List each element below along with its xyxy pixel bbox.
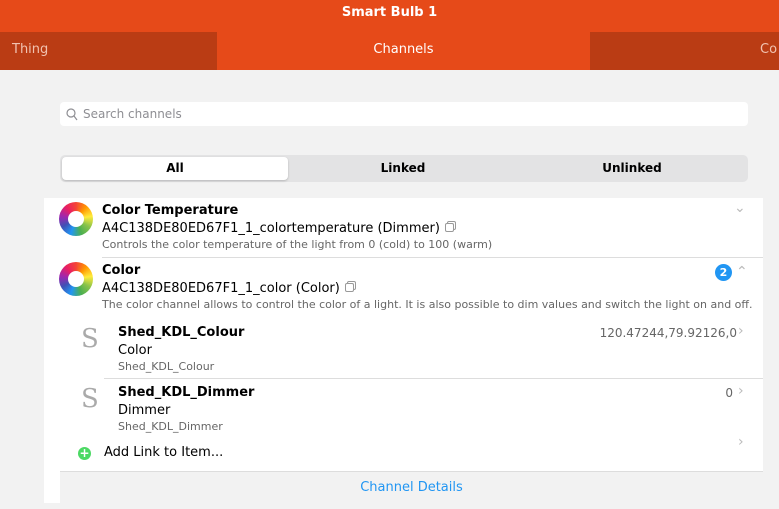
chevron-right-icon: › (738, 434, 744, 450)
item-icon: S (81, 324, 99, 354)
channel-id: A4C138DE80ED67F1_1_colortemperature (Dim… (102, 221, 454, 236)
channel-id: A4C138DE80ED67F1_1_color (Color) (102, 281, 354, 296)
item-type: Dimmer (118, 403, 171, 418)
item-state: 120.47244,79.92126,0 (599, 326, 737, 340)
copy-icon[interactable] (344, 283, 354, 292)
channel-details-button[interactable]: Channel Details (60, 471, 763, 503)
color-wheel-icon (59, 202, 93, 236)
plus-icon: + (78, 446, 91, 460)
tab-thing[interactable]: Thing (0, 32, 217, 70)
filter-segmented: All Linked Unlinked (60, 155, 748, 182)
copy-icon[interactable] (444, 223, 454, 232)
add-link-label: Add Link to Item... (104, 445, 224, 460)
channel-color[interactable]: Color A4C138DE80ED67F1_1_color (Color) T… (44, 258, 763, 318)
channel-id-text: A4C138DE80ED67F1_1_colortemperature (Dim… (102, 221, 440, 236)
channel-list: Color Temperature A4C138DE80ED67F1_1_col… (44, 198, 763, 503)
search-input[interactable]: Search channels (60, 102, 748, 126)
filter-linked[interactable]: Linked (288, 157, 518, 180)
channel-color-temperature[interactable]: Color Temperature A4C138DE80ED67F1_1_col… (44, 198, 763, 258)
channel-title: Color (102, 263, 141, 278)
item-type: Color (118, 343, 152, 358)
chevron-down-icon[interactable]: ⌄ (734, 200, 746, 216)
chevron-right-icon: › (738, 383, 744, 399)
tab-channels[interactable]: Channels (217, 32, 590, 70)
linked-item[interactable]: S Shed_KDL_Dimmer Dimmer Shed_KDL_Dimmer… (44, 378, 763, 438)
item-state: 0 (725, 386, 733, 400)
channel-description: The color channel allows to control the … (102, 298, 753, 311)
channel-title: Color Temperature (102, 203, 239, 218)
color-wheel-icon (59, 262, 93, 296)
app-title: Smart Bulb 1 (0, 0, 779, 32)
channel-description: Controls the color temperature of the li… (102, 238, 493, 251)
filter-all[interactable]: All (62, 157, 288, 180)
item-name: Shed_KDL_Colour (118, 325, 245, 340)
chevron-right-icon: › (738, 323, 744, 339)
item-name: Shed_KDL_Dimmer (118, 385, 255, 400)
linked-item[interactable]: S Shed_KDL_Colour Color Shed_KDL_Colour … (44, 318, 763, 378)
tab-bar: Thing Channels Co (0, 32, 779, 70)
tab-config[interactable]: Co (590, 32, 779, 70)
item-label: Shed_KDL_Colour (118, 360, 215, 373)
add-link-button[interactable]: + Add Link to Item... › (44, 434, 763, 471)
channel-id-text: A4C138DE80ED67F1_1_color (Color) (102, 281, 340, 296)
search-placeholder: Search channels (83, 107, 182, 121)
search-icon (66, 108, 78, 121)
link-count-badge: 2 (715, 264, 732, 281)
filter-unlinked[interactable]: Unlinked (518, 157, 746, 180)
item-icon: S (81, 384, 99, 414)
item-label: Shed_KDL_Dimmer (118, 420, 223, 433)
chevron-up-icon[interactable]: ⌃ (736, 264, 748, 280)
